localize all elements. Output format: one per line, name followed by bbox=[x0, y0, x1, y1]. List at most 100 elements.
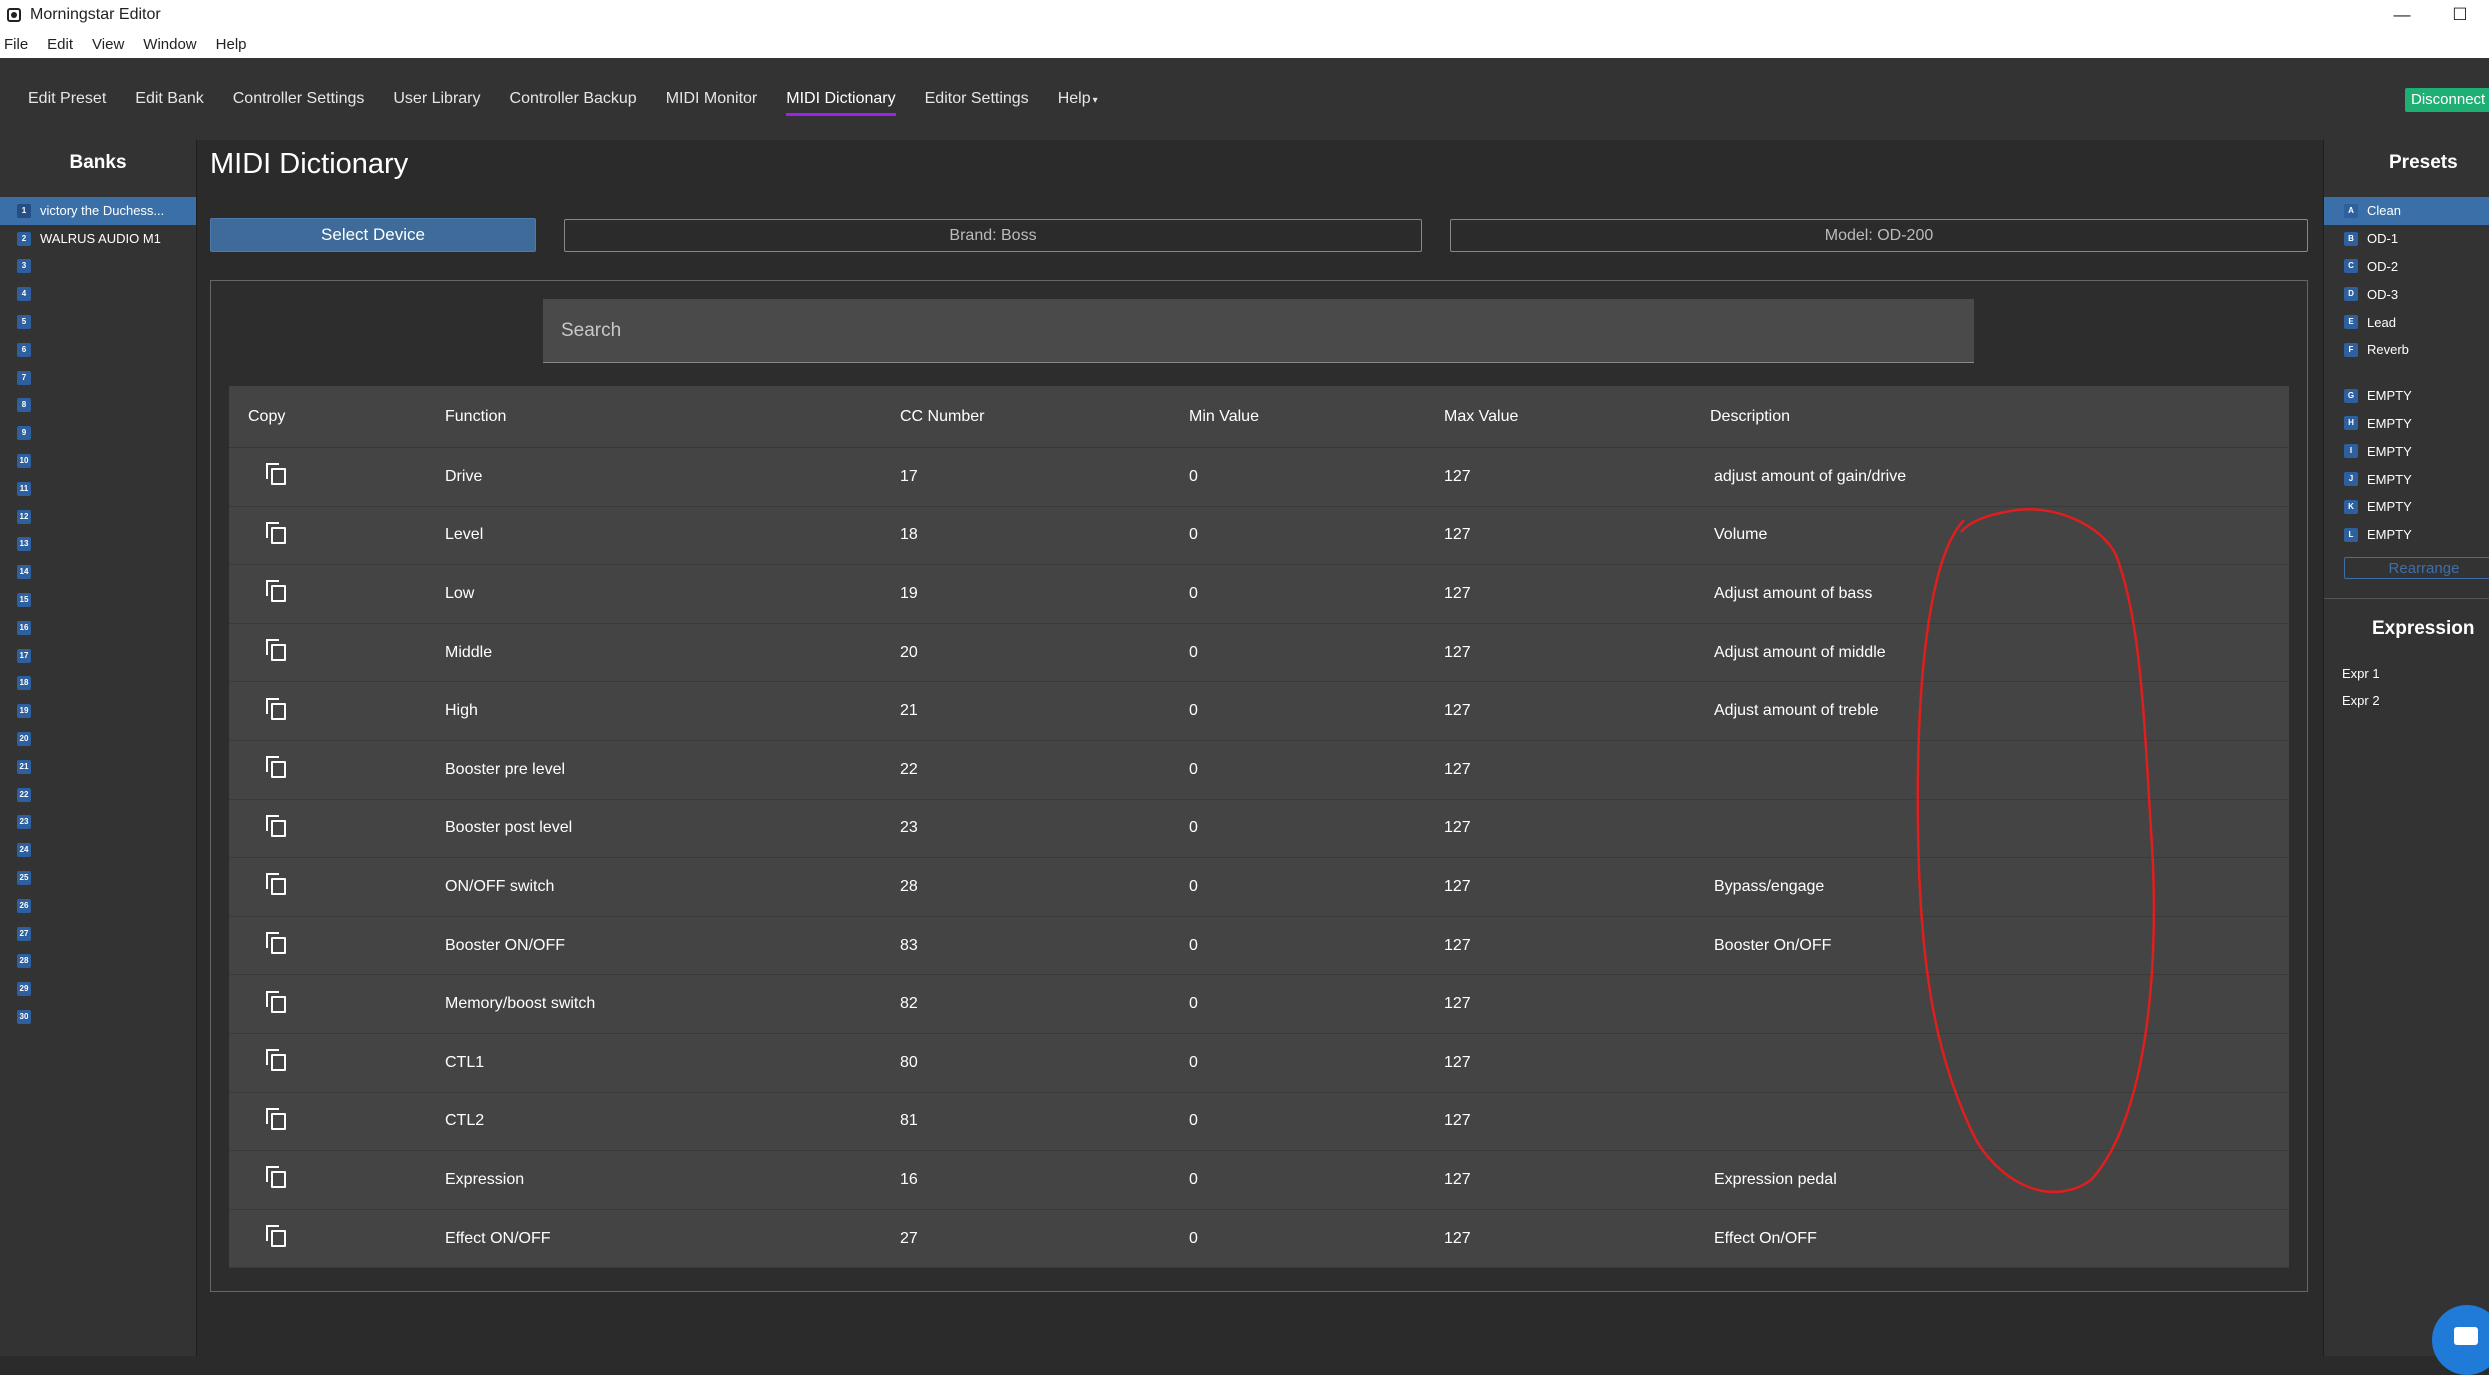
bank-item[interactable]: 2 WALRUS AUDIO M1 bbox=[0, 225, 196, 253]
bank-item[interactable]: 21 bbox=[0, 753, 196, 781]
preset-item[interactable]: E Lead bbox=[2324, 308, 2489, 336]
bank-item[interactable]: 8 bbox=[0, 392, 196, 420]
copy-icon[interactable] bbox=[266, 873, 286, 896]
bank-number-badge: 16 bbox=[17, 620, 31, 635]
bank-item[interactable]: 24 bbox=[0, 836, 196, 864]
bank-item[interactable]: 17 bbox=[0, 642, 196, 670]
copy-icon[interactable] bbox=[266, 463, 286, 486]
col-max-value[interactable]: Max Value bbox=[1444, 408, 1708, 426]
nav-help-dropdown[interactable]: Help ▾ bbox=[1058, 82, 1098, 116]
preset-item[interactable]: C OD-2 bbox=[2324, 253, 2489, 281]
preset-item[interactable]: K EMPTY bbox=[2324, 493, 2489, 521]
menu-edit[interactable]: Edit bbox=[47, 36, 73, 53]
bank-item[interactable]: 10 bbox=[0, 447, 196, 475]
copy-icon[interactable] bbox=[266, 639, 286, 662]
bank-item[interactable]: 15 bbox=[0, 586, 196, 614]
description-cell: Adjust amount of treble bbox=[1714, 702, 1879, 720]
chat-support-button[interactable] bbox=[2432, 1305, 2489, 1375]
expression-heading: Expression bbox=[2372, 618, 2475, 639]
preset-label: EMPTY bbox=[2367, 415, 2412, 431]
copy-icon[interactable] bbox=[266, 756, 286, 779]
preset-item[interactable]: L EMPTY bbox=[2324, 521, 2489, 549]
bank-item[interactable]: 14 bbox=[0, 558, 196, 586]
min-value-cell: 0 bbox=[1189, 1229, 1198, 1247]
copy-icon[interactable] bbox=[266, 521, 286, 544]
bank-item[interactable]: 20 bbox=[0, 725, 196, 753]
nav-edit-bank[interactable]: Edit Bank bbox=[135, 82, 203, 116]
disconnect-button[interactable]: Disconnect bbox=[2405, 88, 2489, 112]
bank-item[interactable]: 18 bbox=[0, 670, 196, 698]
bank-item[interactable]: 7 bbox=[0, 364, 196, 392]
select-device-button[interactable]: Select Device bbox=[210, 218, 536, 252]
copy-cell bbox=[229, 580, 445, 607]
title-bar: Morningstar Editor — ☐ bbox=[0, 0, 2489, 30]
bank-item[interactable]: 23 bbox=[0, 809, 196, 837]
bank-number-badge: 12 bbox=[17, 509, 31, 524]
bank-item[interactable]: 28 bbox=[0, 948, 196, 976]
bank-item[interactable]: 3 bbox=[0, 253, 196, 281]
preset-item[interactable]: B OD-1 bbox=[2324, 225, 2489, 253]
preset-item[interactable]: F Reverb bbox=[2324, 336, 2489, 364]
preset-item[interactable]: G EMPTY bbox=[2324, 382, 2489, 410]
rearrange-button[interactable]: Rearrange bbox=[2344, 557, 2489, 579]
bank-item[interactable]: 29 bbox=[0, 975, 196, 1003]
preset-label: EMPTY bbox=[2367, 388, 2412, 404]
bank-item[interactable]: 16 bbox=[0, 614, 196, 642]
bank-item[interactable]: 9 bbox=[0, 419, 196, 447]
menu-file[interactable]: File bbox=[4, 36, 28, 53]
preset-label: EMPTY bbox=[2367, 499, 2412, 515]
copy-icon[interactable] bbox=[266, 697, 286, 720]
copy-icon[interactable] bbox=[266, 1225, 286, 1248]
bank-item[interactable]: 13 bbox=[0, 531, 196, 559]
copy-icon[interactable] bbox=[266, 990, 286, 1013]
copy-icon[interactable] bbox=[266, 1166, 286, 1189]
bank-number-badge: 11 bbox=[17, 481, 31, 496]
bank-item[interactable]: 6 bbox=[0, 336, 196, 364]
description-cell: Adjust amount of middle bbox=[1714, 643, 1886, 661]
copy-icon[interactable] bbox=[266, 814, 286, 837]
bank-item[interactable]: 5 bbox=[0, 308, 196, 336]
preset-item[interactable]: A Clean bbox=[2324, 197, 2489, 225]
minimize-button[interactable]: — bbox=[2373, 0, 2431, 30]
copy-cell bbox=[229, 639, 445, 666]
preset-item[interactable]: D OD-3 bbox=[2324, 280, 2489, 308]
nav-controller-backup[interactable]: Controller Backup bbox=[510, 82, 637, 116]
bank-item[interactable]: 22 bbox=[0, 781, 196, 809]
col-min-value[interactable]: Min Value bbox=[1189, 408, 1444, 426]
menu-view[interactable]: View bbox=[92, 36, 124, 53]
col-cc-number[interactable]: CC Number bbox=[900, 408, 1189, 426]
max-value-cell: 127 bbox=[1444, 819, 1471, 837]
bank-item[interactable]: 11 bbox=[0, 475, 196, 503]
bank-item[interactable]: 26 bbox=[0, 892, 196, 920]
table-header: Copy Function CC Number Min Value Max Va… bbox=[229, 386, 2289, 448]
bank-item[interactable]: 30 bbox=[0, 1003, 196, 1031]
nav-editor-settings[interactable]: Editor Settings bbox=[925, 82, 1029, 116]
maximize-button[interactable]: ☐ bbox=[2431, 0, 2489, 30]
menu-help[interactable]: Help bbox=[216, 36, 247, 53]
nav-controller-settings[interactable]: Controller Settings bbox=[233, 82, 365, 116]
bank-item[interactable]: 12 bbox=[0, 503, 196, 531]
expression-item[interactable]: Expr 1 bbox=[2342, 666, 2380, 681]
nav-user-library[interactable]: User Library bbox=[393, 82, 480, 116]
col-function[interactable]: Function bbox=[445, 408, 900, 426]
copy-icon[interactable] bbox=[266, 1049, 286, 1072]
preset-item[interactable]: I EMPTY bbox=[2324, 437, 2489, 465]
expression-item[interactable]: Expr 2 bbox=[2342, 693, 2380, 708]
bank-item[interactable]: 4 bbox=[0, 280, 196, 308]
col-description[interactable]: Description bbox=[1708, 408, 2288, 426]
preset-item[interactable]: J EMPTY bbox=[2324, 465, 2489, 493]
menu-window[interactable]: Window bbox=[143, 36, 196, 53]
nav-midi-dictionary[interactable]: MIDI Dictionary bbox=[786, 82, 896, 116]
bank-item[interactable]: 27 bbox=[0, 920, 196, 948]
copy-icon[interactable] bbox=[266, 1107, 286, 1130]
bank-item[interactable]: 1 victory the Duchess... bbox=[0, 197, 196, 225]
nav-midi-monitor[interactable]: MIDI Monitor bbox=[666, 82, 758, 116]
bank-number-badge: 13 bbox=[17, 537, 31, 552]
nav-edit-preset[interactable]: Edit Preset bbox=[28, 82, 106, 116]
preset-item[interactable]: H EMPTY bbox=[2324, 410, 2489, 438]
search-input[interactable] bbox=[543, 299, 1974, 363]
bank-item[interactable]: 19 bbox=[0, 697, 196, 725]
copy-icon[interactable] bbox=[266, 580, 286, 603]
bank-item[interactable]: 25 bbox=[0, 864, 196, 892]
copy-icon[interactable] bbox=[266, 932, 286, 955]
